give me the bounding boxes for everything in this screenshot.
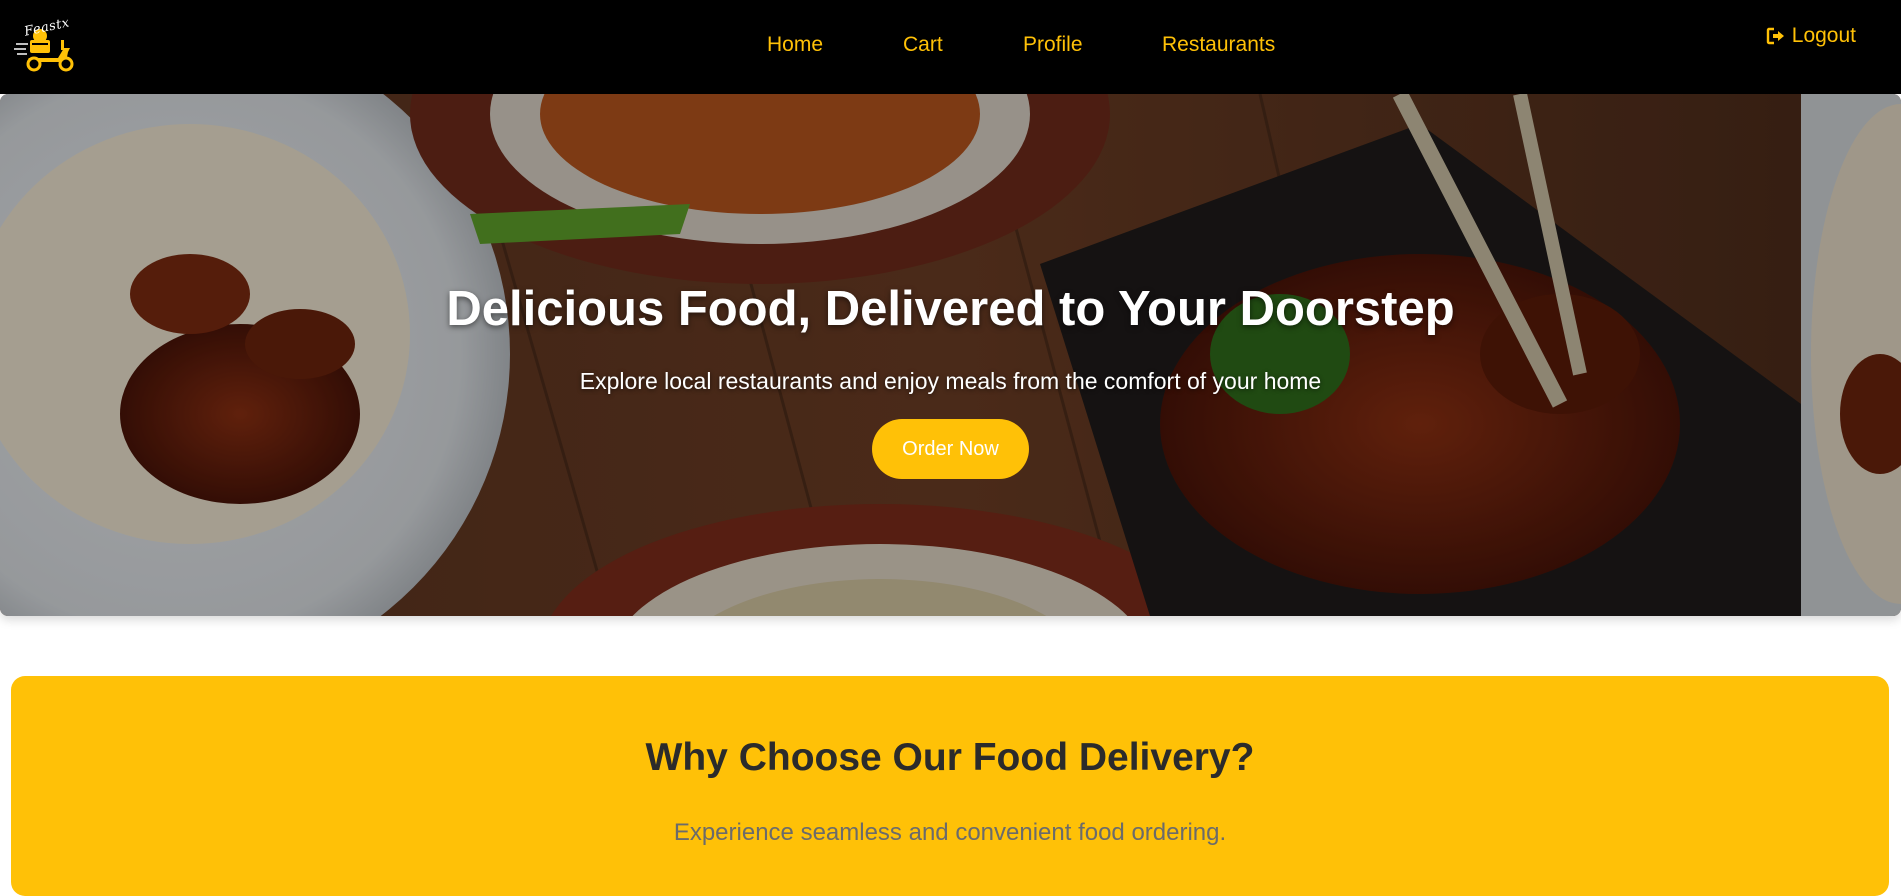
nav-home-link[interactable]: Home [767, 33, 823, 57]
why-choose-section: Why Choose Our Food Delivery? Experience… [11, 676, 1889, 896]
main-nav: Home Cart Profile Restaurants [0, 0, 1901, 94]
nav-cart-link[interactable]: Cart [903, 33, 943, 57]
logout-button[interactable]: Logout [1766, 24, 1856, 48]
why-section-title: Why Choose Our Food Delivery? [645, 736, 1255, 779]
nav-restaurants-link[interactable]: Restaurants [1162, 33, 1275, 57]
why-section-subtitle: Experience seamless and convenient food … [673, 819, 1227, 846]
logout-label: Logout [1791, 24, 1856, 47]
hero-title: Delicious Food, Delivered to Your Doorst… [446, 282, 1455, 336]
top-navbar: Feastx Home Cart Profile Restaurants Log… [0, 0, 1901, 94]
order-now-button[interactable]: Order Now [872, 419, 1029, 479]
hero-overlay [0, 94, 1901, 616]
hero-subtitle: Explore local restaurants and enjoy meal… [579, 368, 1322, 394]
logout-icon [1766, 27, 1784, 45]
hero-banner: Delicious Food, Delivered to Your Doorst… [0, 94, 1901, 616]
nav-profile-link[interactable]: Profile [1023, 33, 1083, 57]
